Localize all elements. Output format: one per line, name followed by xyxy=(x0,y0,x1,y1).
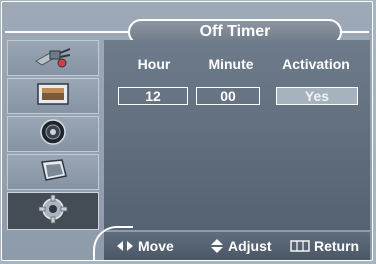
sidebar-item-input[interactable] xyxy=(7,40,99,76)
activation-label: Activation xyxy=(282,56,350,72)
hour-field[interactable]: 12 xyxy=(118,87,188,105)
off-timer-panel: Hour Minute Activation 12 00 Yes xyxy=(104,40,370,230)
hour-value: 12 xyxy=(145,88,161,104)
adjust-hint: Adjust xyxy=(210,238,272,254)
activation-field[interactable]: Yes xyxy=(276,87,358,105)
minute-label: Minute xyxy=(208,56,254,72)
move-hint: Move xyxy=(116,238,174,254)
return-hint-label: Return xyxy=(314,238,360,254)
adjust-hint-label: Adjust xyxy=(228,238,272,254)
minute-field[interactable]: 00 xyxy=(196,87,260,105)
activation-value: Yes xyxy=(304,88,330,104)
sidebar-item-sound[interactable] xyxy=(7,116,99,152)
sidebar-item-picture[interactable] xyxy=(7,78,99,114)
channel-icon xyxy=(36,156,70,189)
osd-window: Off Timer Hour Minute Activation 12 00 Y… xyxy=(0,0,376,264)
return-hint: Return xyxy=(290,238,359,254)
sidebar-item-channel[interactable] xyxy=(7,154,99,190)
hour-label: Hour xyxy=(137,56,171,72)
footer-hint-bar: Move Adjust Return xyxy=(104,232,370,260)
sound-icon xyxy=(38,118,68,151)
move-hint-label: Move xyxy=(138,238,174,254)
menu-return-icon xyxy=(290,240,310,252)
setup-gear-icon xyxy=(36,193,70,230)
picture-icon xyxy=(35,81,71,112)
left-right-arrow-icon xyxy=(116,240,134,252)
minute-value: 00 xyxy=(220,88,236,104)
up-down-arrow-icon xyxy=(210,238,224,254)
menu-title-text: Off Timer xyxy=(199,23,271,40)
input-icon xyxy=(32,43,74,74)
sidebar-item-setup[interactable] xyxy=(7,192,99,230)
